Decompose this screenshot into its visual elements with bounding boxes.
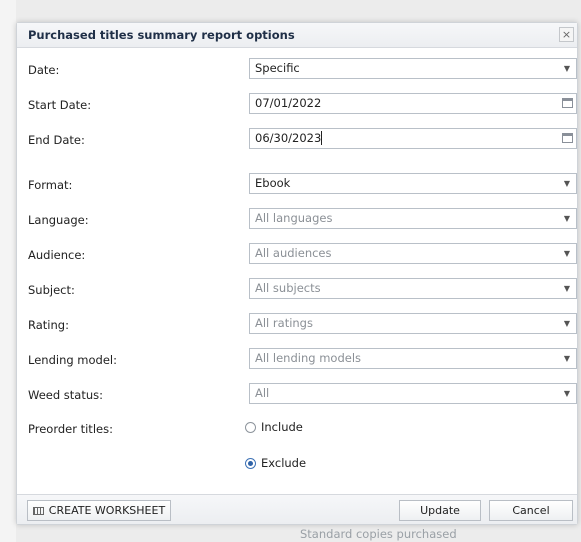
chevron-down-icon: ▼	[563, 179, 571, 188]
update-button[interactable]: Update	[399, 500, 481, 521]
dialog-footer: CREATE WORKSHEET Update Cancel	[17, 494, 577, 524]
audience-value: All audiences	[255, 246, 332, 260]
chevron-down-icon: ▼	[563, 214, 571, 223]
cancel-button[interactable]: Cancel	[489, 500, 573, 521]
create-worksheet-button[interactable]: CREATE WORKSHEET	[27, 500, 171, 521]
report-options-dialog: Purchased titles summary report options …	[16, 22, 578, 525]
start-date-value: 07/01/2022	[255, 96, 322, 110]
subject-label: Subject:	[28, 283, 75, 297]
rating-label: Rating:	[28, 318, 69, 332]
lending-model-value: All lending models	[255, 351, 362, 365]
subject-value: All subjects	[255, 281, 321, 295]
create-worksheet-label: CREATE WORKSHEET	[48, 504, 166, 517]
close-icon[interactable]: ×	[559, 27, 574, 42]
date-label: Date:	[28, 63, 60, 77]
rating-select[interactable]: All ratings ▼	[249, 313, 577, 334]
lending-model-select[interactable]: All lending models ▼	[249, 348, 577, 369]
chevron-down-icon: ▼	[563, 354, 571, 363]
chevron-down-icon: ▼	[563, 249, 571, 258]
format-select[interactable]: Ebook ▼	[249, 173, 577, 194]
background-text: Standard copies purchased	[300, 527, 457, 541]
end-date-input[interactable]: 06/30/2023	[249, 128, 577, 149]
end-date-label: End Date:	[28, 133, 85, 147]
language-select[interactable]: All languages ▼	[249, 208, 577, 229]
chevron-down-icon: ▼	[563, 319, 571, 328]
calendar-icon[interactable]	[562, 133, 573, 143]
preorder-exclude-option[interactable]: Exclude	[245, 456, 306, 470]
rating-value: All ratings	[255, 316, 313, 330]
preorder-include-option[interactable]: Include	[245, 420, 303, 434]
audience-select[interactable]: All audiences ▼	[249, 243, 577, 264]
chevron-down-icon: ▼	[563, 389, 571, 398]
preorder-label: Preorder titles:	[28, 422, 113, 436]
lending-model-label: Lending model:	[28, 353, 117, 367]
weed-status-label: Weed status:	[28, 388, 104, 402]
weed-status-select[interactable]: All ▼	[249, 383, 577, 404]
audience-label: Audience:	[28, 248, 86, 262]
start-date-label: Start Date:	[28, 98, 92, 112]
background-panel	[0, 0, 16, 542]
weed-status-value: All	[255, 386, 270, 400]
end-date-value: 06/30/2023	[255, 131, 323, 145]
subject-select[interactable]: All subjects ▼	[249, 278, 577, 299]
radio-include[interactable]	[245, 421, 256, 433]
language-value: All languages	[255, 211, 333, 225]
dialog-titlebar: Purchased titles summary report options …	[17, 23, 577, 48]
start-date-input[interactable]: 07/01/2022	[249, 93, 577, 114]
language-label: Language:	[28, 213, 89, 227]
preorder-include-label: Include	[261, 420, 303, 434]
calendar-icon[interactable]	[562, 98, 573, 108]
chevron-down-icon: ▼	[563, 64, 571, 73]
date-value: Specific	[255, 61, 300, 75]
worksheet-icon	[32, 507, 44, 515]
format-value: Ebook	[255, 176, 291, 190]
preorder-exclude-label: Exclude	[261, 456, 307, 470]
radio-exclude[interactable]	[245, 457, 256, 469]
format-label: Format:	[28, 178, 73, 192]
chevron-down-icon: ▼	[563, 284, 571, 293]
dialog-title: Purchased titles summary report options	[28, 28, 295, 42]
date-select[interactable]: Specific ▼	[249, 58, 577, 79]
